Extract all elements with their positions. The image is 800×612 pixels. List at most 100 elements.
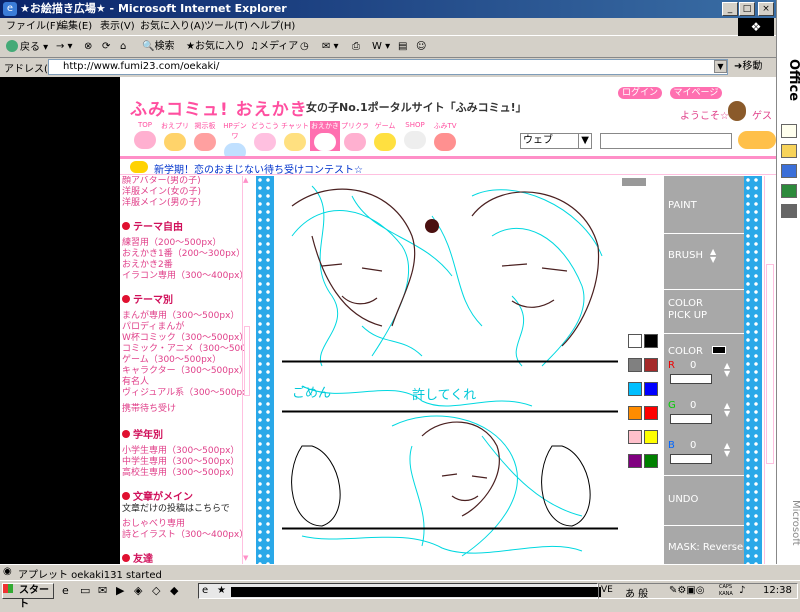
nav-chat[interactable]: チャット: [280, 121, 310, 151]
nav-top[interactable]: TOP: [130, 121, 160, 149]
palette-swatch[interactable]: [628, 382, 642, 396]
office-app-icon[interactable]: [781, 144, 797, 158]
volume-icon[interactable]: ♪: [739, 585, 745, 596]
menu-tools[interactable]: ツール(T): [204, 20, 248, 34]
mypage-link[interactable]: マイページ: [669, 87, 723, 99]
clock[interactable]: 12:38: [763, 585, 792, 596]
quicklaunch-app-icon[interactable]: ◆: [170, 584, 178, 597]
close-button[interactable]: ×: [758, 2, 774, 16]
nav-shop[interactable]: SHOP: [400, 121, 430, 149]
sidebar-link[interactable]: 洋服メイン(女の子): [122, 187, 201, 198]
nav-doukou[interactable]: どうこう: [250, 121, 280, 151]
sidebar-link[interactable]: 携帯待ち受け: [122, 404, 176, 415]
sidebar-link[interactable]: イラコン専用（300〜400px）: [122, 271, 248, 282]
r-arrows-icon[interactable]: ▲ ▼: [724, 362, 730, 378]
sidebar-scrollbar[interactable]: ▲ ▼: [242, 176, 250, 564]
quicklaunch-desktop-icon[interactable]: ▭: [80, 584, 90, 597]
sidebar-link[interactable]: パロディまんが: [122, 322, 184, 333]
nav-hp[interactable]: HPデンワ: [220, 121, 250, 161]
sidebar-link[interactable]: コミック・アニメ（300〜500px）: [122, 344, 250, 355]
menu-file[interactable]: ファイル(F): [6, 20, 60, 34]
office-app-icon[interactable]: [781, 124, 797, 138]
favorites-button[interactable]: ★お気に入り: [186, 40, 245, 54]
home-icon[interactable]: ⌂: [120, 40, 126, 54]
sidebar-link[interactable]: 練習用（200〜500px）: [122, 238, 221, 249]
menu-favorites[interactable]: お気に入り(A): [140, 20, 205, 34]
drawing-canvas[interactable]: 許してくれ ごめん: [281, 176, 619, 564]
tool-mask[interactable]: MASK: Reverse: [664, 526, 744, 564]
palette-swatch[interactable]: [644, 358, 658, 372]
stop-icon[interactable]: ⊗: [84, 40, 92, 54]
search-button[interactable]: 🔍検索: [142, 40, 174, 54]
palette-swatch[interactable]: [644, 430, 658, 444]
menu-view[interactable]: 表示(V): [100, 20, 135, 34]
sidebar-link[interactable]: 高校生専用（300〜500px）: [122, 468, 239, 479]
quicklaunch-ie-icon[interactable]: e: [62, 584, 69, 597]
palette-swatch[interactable]: [628, 406, 642, 420]
palette-swatch[interactable]: [644, 406, 658, 420]
sidebar-link[interactable]: ゲーム（300〜500px）: [122, 355, 221, 366]
maximize-button[interactable]: □: [739, 2, 755, 16]
mail-icon[interactable]: ✉ ▾: [322, 40, 339, 54]
address-input[interactable]: http://www.fumi23.com/oekaki/: [48, 59, 728, 75]
sidebar-link[interactable]: おえかき2番: [122, 260, 173, 271]
sidebar-link[interactable]: まんが専用（300〜500px）: [122, 311, 239, 322]
nav-purikura[interactable]: プリクラ: [340, 121, 370, 151]
go-button[interactable]: ➜移動: [734, 59, 762, 75]
discuss-icon[interactable]: ▤: [398, 40, 407, 54]
menu-help[interactable]: ヘルプ(H): [250, 20, 295, 34]
office-word-icon[interactable]: [781, 164, 797, 178]
g-arrows-icon[interactable]: ▲ ▼: [724, 402, 730, 418]
back-button[interactable]: 戻る ▾: [6, 40, 48, 55]
quicklaunch-media-icon[interactable]: ▶: [116, 584, 124, 597]
messenger-icon[interactable]: ☺: [416, 40, 426, 54]
palette-swatch[interactable]: [644, 454, 658, 468]
campaign-banner[interactable]: 新学期！恋のおまじない待ち受けコンテスト☆: [120, 159, 776, 176]
nav-oepuri[interactable]: おえプリ: [160, 121, 190, 151]
sidebar-link[interactable]: 詩とイラスト（300〜400px）: [122, 530, 248, 541]
sidebar-link[interactable]: 小学生専用（300〜500px）: [122, 446, 239, 457]
sidebar-link[interactable]: 中学生専用（300〜500px）: [122, 457, 239, 468]
edit-icon[interactable]: W ▾: [372, 40, 390, 54]
scroll-down-icon[interactable]: ▼: [243, 554, 248, 562]
ime-mode[interactable]: あ 般: [625, 585, 648, 600]
tool-brush[interactable]: BRUSH ▲ ▼: [664, 234, 744, 290]
sidebar-scroll-thumb[interactable]: [244, 326, 250, 396]
quicklaunch-outlook-icon[interactable]: ✉: [98, 584, 107, 597]
minimize-button[interactable]: _: [722, 2, 738, 16]
office-app-icon[interactable]: [781, 204, 797, 218]
sidebar-link[interactable]: 有名人: [122, 377, 149, 388]
site-search-input[interactable]: [600, 133, 732, 149]
office-excel-icon[interactable]: [781, 184, 797, 198]
g-slider[interactable]: [670, 414, 712, 424]
forward-button[interactable]: → ▾: [56, 40, 73, 54]
tool-undo[interactable]: UNDO: [664, 476, 744, 526]
sidebar-link[interactable]: おしゃべり専用: [122, 519, 185, 530]
nav-oekaki[interactable]: おえかき: [310, 121, 340, 151]
tool-color-pickup[interactable]: COLOR PICK UP: [664, 290, 744, 334]
palette-swatch[interactable]: [628, 430, 642, 444]
tool-paint[interactable]: PAINT: [664, 176, 744, 234]
b-arrows-icon[interactable]: ▲ ▼: [724, 442, 730, 458]
print-icon[interactable]: ⎙: [352, 40, 360, 54]
sidebar-link[interactable]: W杯コミック（300〜500px）: [122, 333, 248, 344]
tray-icons[interactable]: ✎⚙▣◎: [669, 585, 705, 596]
sidebar-link[interactable]: 洋服メイン(男の子): [122, 198, 201, 209]
palette-swatch[interactable]: [628, 454, 642, 468]
nav-game[interactable]: ゲーム: [370, 121, 400, 151]
avatar[interactable]: [728, 101, 746, 121]
login-link[interactable]: ログイン: [618, 87, 663, 99]
quicklaunch-app-icon[interactable]: ◇: [152, 584, 160, 597]
palette-swatch[interactable]: [644, 382, 658, 396]
sidebar-link[interactable]: ヴィジュアル系（300〜500px）: [122, 388, 250, 399]
scroll-up-icon[interactable]: ▲: [243, 176, 248, 184]
quicklaunch-app-icon[interactable]: ◈: [134, 584, 142, 597]
refresh-icon[interactable]: ⟳: [102, 40, 110, 54]
media-button[interactable]: ♫メディア: [250, 40, 298, 54]
search-type-select[interactable]: ウェブ ▼: [520, 133, 592, 149]
sidebar-link[interactable]: キャラクター（300〜500px）: [122, 366, 248, 377]
site-search-button[interactable]: [738, 131, 776, 149]
history-icon[interactable]: ◷: [300, 40, 309, 54]
sidebar-link[interactable]: おえかき1番（200〜300px）: [122, 249, 245, 260]
menu-edit[interactable]: 編集(E): [58, 20, 92, 34]
